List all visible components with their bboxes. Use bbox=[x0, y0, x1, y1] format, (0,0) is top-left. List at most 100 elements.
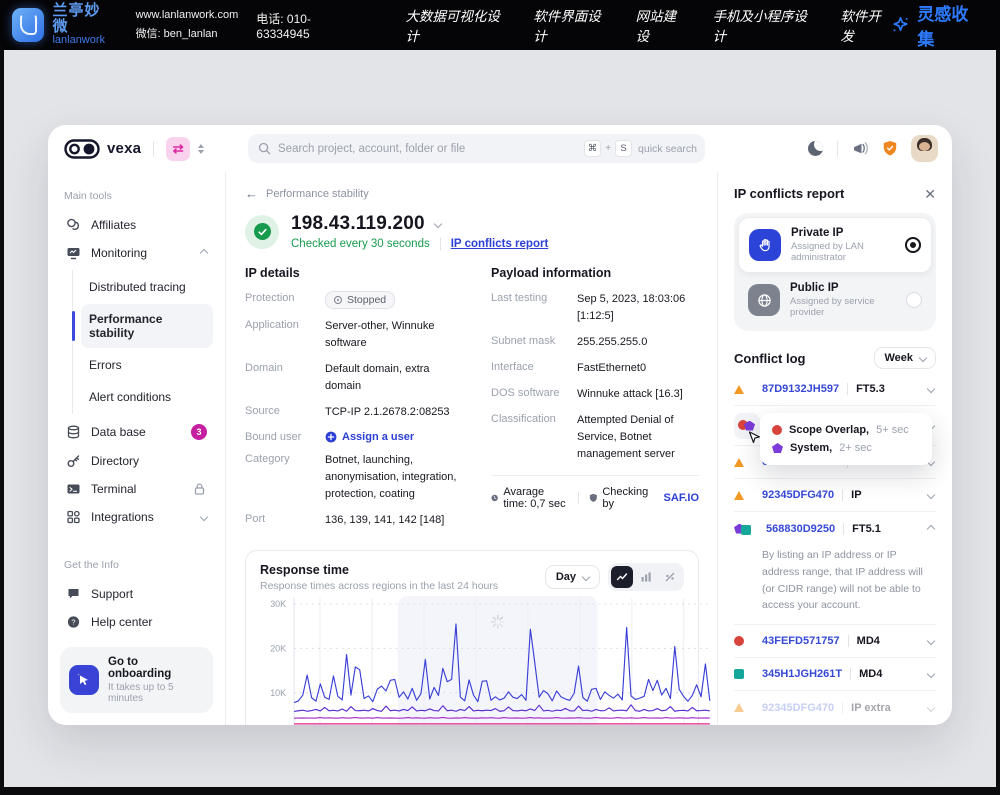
field-label: Category bbox=[245, 452, 325, 503]
bar-chart-toggle[interactable] bbox=[635, 566, 657, 588]
sidebar-item-label: Integrations bbox=[91, 510, 154, 524]
sidebar-item-monitoring[interactable]: Monitoring bbox=[60, 240, 213, 266]
brand-english: lanlanwork bbox=[52, 35, 113, 47]
chart-type-toggle bbox=[608, 563, 684, 591]
log-row[interactable]: 43FEFD571757 MD4 bbox=[734, 625, 936, 658]
chevron-down-icon[interactable] bbox=[927, 385, 935, 393]
global-search-bar[interactable]: ⌘ + S quick search bbox=[248, 134, 705, 163]
banner-website: www.lanlanwork.com bbox=[136, 6, 239, 25]
workspace-switch-icon[interactable]: ⇄ bbox=[166, 137, 190, 161]
line-chart-toggle[interactable] bbox=[611, 566, 633, 588]
onboarding-card[interactable]: Go to onboarding It takes up to 5 minute… bbox=[60, 647, 213, 713]
sidebar-item-label: Monitoring bbox=[91, 246, 147, 260]
banner-nav-item[interactable]: 软件界面设计 bbox=[533, 5, 609, 45]
radio-unselected[interactable] bbox=[906, 292, 922, 308]
banner-nav-item[interactable]: 手机及小程序设计 bbox=[713, 5, 815, 45]
log-range-value: Week bbox=[884, 352, 913, 364]
banner-nav-item[interactable]: 大数据可视化设计 bbox=[405, 5, 507, 45]
conflict-tag: IP bbox=[851, 489, 861, 501]
sidebar-item-directory[interactable]: Directory bbox=[60, 448, 213, 474]
sidebar-section-main: Main tools bbox=[64, 190, 209, 202]
tooltip-name: Scope Overlap, bbox=[789, 424, 869, 436]
close-icon[interactable]: ✕ bbox=[924, 187, 936, 201]
response-time-card: Response time Response times across regi… bbox=[245, 550, 699, 725]
log-row[interactable]: 87D9132JH597 FT5.3 bbox=[734, 373, 936, 406]
protection-status-text: Stopped bbox=[347, 294, 386, 306]
option-private-ip[interactable]: Private IP Assigned by LAN administrator bbox=[738, 217, 932, 273]
dark-mode-icon[interactable] bbox=[808, 141, 823, 156]
sidebar-item-help-center[interactable]: ? Help center bbox=[60, 609, 213, 635]
clock-icon bbox=[491, 492, 498, 504]
chevron-up-icon bbox=[200, 249, 208, 257]
field-value: Sep 5, 2023, 18:03:06 [1:12:5] bbox=[577, 291, 699, 325]
square-icon bbox=[734, 669, 744, 679]
ip-conflicts-report-link[interactable]: IP conflicts report bbox=[451, 238, 549, 250]
chevron-down-icon[interactable] bbox=[927, 703, 935, 711]
sidebar-item-database[interactable]: Data base 3 bbox=[60, 418, 213, 446]
scatter-chart-toggle[interactable] bbox=[659, 566, 681, 588]
safio-link[interactable]: SAF.IO bbox=[664, 492, 699, 504]
key-icon bbox=[66, 454, 81, 468]
back-arrow-icon[interactable]: ← bbox=[245, 186, 258, 201]
chevron-down-icon[interactable] bbox=[927, 637, 935, 645]
log-row[interactable]: 345H1JGH261T MD4 bbox=[734, 658, 936, 691]
banner-nav-item[interactable]: 网站建设 bbox=[636, 5, 687, 45]
log-row-disabled[interactable]: 92345DFG470 IP extra bbox=[734, 691, 936, 724]
hand-icon bbox=[749, 229, 781, 261]
conflict-id-link[interactable]: 92345DFG470 bbox=[762, 702, 834, 714]
warning-triangle-icon bbox=[734, 458, 744, 467]
range-value: Day bbox=[556, 571, 576, 583]
conflict-id-link[interactable]: 87D9132JH597 bbox=[762, 383, 839, 395]
log-range-dropdown[interactable]: Week bbox=[874, 347, 936, 369]
plus-sign: + bbox=[605, 143, 611, 154]
plus-circle-icon bbox=[325, 431, 337, 443]
conflict-id-link[interactable]: 345H1JGH261T bbox=[762, 668, 842, 680]
sidebar-item-affiliates[interactable]: Affiliates bbox=[60, 212, 213, 238]
app-brand-name: vexa bbox=[107, 140, 141, 157]
assign-user-label: Assign a user bbox=[342, 431, 414, 443]
chevron-up-icon[interactable] bbox=[927, 524, 935, 532]
sidebar-subitem-performance-stability[interactable]: Performance stability bbox=[81, 304, 213, 348]
field-label: Last testing bbox=[491, 291, 577, 325]
conflict-id-link[interactable]: 568830D9250 bbox=[766, 523, 835, 535]
sidebar-subitem-distributed-tracing[interactable]: Distributed tracing bbox=[81, 272, 213, 302]
radio-selected[interactable] bbox=[905, 237, 921, 253]
inspiration-collect-button[interactable]: 灵感收集 bbox=[891, 0, 982, 50]
sidebar-item-integrations[interactable]: Integrations bbox=[60, 504, 213, 530]
workspace-sort-toggle[interactable] bbox=[198, 144, 204, 154]
header-actions bbox=[808, 125, 938, 172]
chevron-down-icon[interactable] bbox=[927, 670, 935, 678]
range-dropdown[interactable]: Day bbox=[545, 565, 600, 589]
user-avatar[interactable] bbox=[911, 135, 938, 162]
payload-footer: Avarage time: 0,7 sec Checking by SAF.IO bbox=[491, 475, 699, 510]
conflict-id-link[interactable]: 92345DFG470 bbox=[762, 489, 834, 501]
chevron-down-icon[interactable] bbox=[927, 491, 935, 499]
announcement-icon[interactable] bbox=[852, 141, 869, 156]
log-row[interactable]: 92345DFG470 IP bbox=[734, 479, 936, 512]
sidebar-item-support[interactable]: Support bbox=[60, 581, 213, 607]
help-icon: ? bbox=[66, 615, 81, 629]
sidebar-item-terminal[interactable]: Terminal bbox=[60, 476, 213, 502]
banner-phone: 电话: 010-63334945 bbox=[256, 10, 359, 41]
chevron-down-icon[interactable] bbox=[434, 220, 442, 228]
vexa-logo-icon bbox=[64, 139, 100, 159]
conflict-log-list: 87D9132JH597 FT5.3 632EFD571757 MD4 9234… bbox=[734, 373, 936, 724]
option-public-ip[interactable]: Public IP Assigned by service provider bbox=[738, 273, 932, 327]
field-value: Default domain, extra domain bbox=[325, 361, 465, 395]
banner-nav-item[interactable]: 软件开发 bbox=[840, 5, 891, 45]
assign-user-link[interactable]: Assign a user bbox=[325, 430, 414, 443]
log-row-expanded[interactable]: 568830D9250 FT5.1 bbox=[734, 512, 936, 545]
sidebar-subitem-errors[interactable]: Errors bbox=[81, 350, 213, 380]
lanlanwork-logo-icon bbox=[12, 8, 44, 42]
security-shield-icon[interactable] bbox=[882, 140, 898, 157]
banner-brand: 兰亭妙微 lanlanwork bbox=[52, 3, 113, 46]
conflict-tag: IP extra bbox=[851, 702, 891, 714]
response-time-chart[interactable]: 010K20K30K8 PM11 PM2 AM5 AM8 AM11 AM2 PM… bbox=[260, 592, 717, 725]
search-input[interactable] bbox=[278, 143, 584, 155]
conflict-id-link[interactable]: 43FEFD571757 bbox=[762, 635, 840, 647]
breadcrumb[interactable]: ← Performance stability bbox=[245, 186, 699, 201]
monitoring-submenu: Distributed tracing Performance stabilit… bbox=[72, 270, 213, 414]
sidebar-subitem-alert-conditions[interactable]: Alert conditions bbox=[81, 382, 213, 412]
system-icon bbox=[772, 443, 783, 453]
sidebar-item-label: Data base bbox=[91, 425, 146, 439]
